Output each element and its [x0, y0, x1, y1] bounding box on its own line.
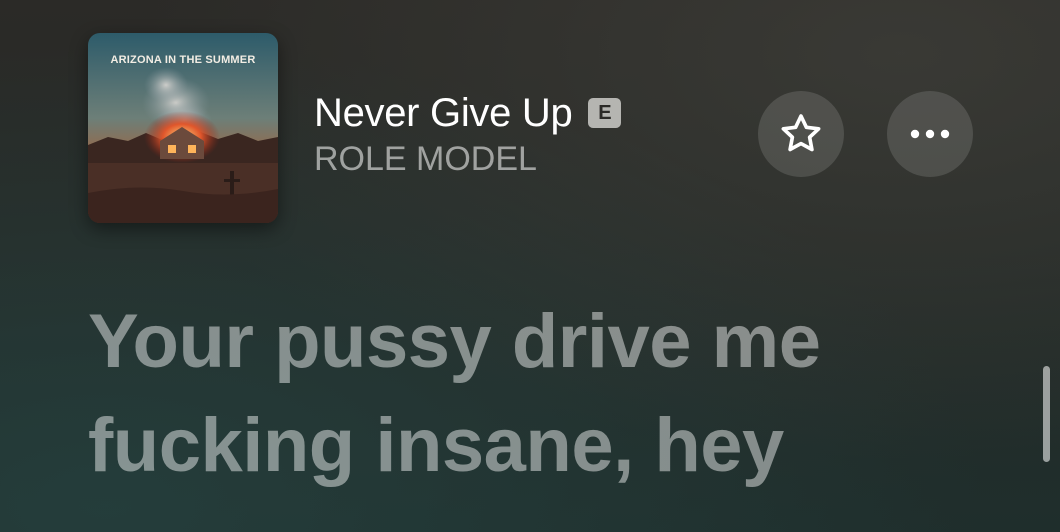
- title-row: Never Give Up E: [314, 90, 622, 136]
- lyric-line[interactable]: fucking insane, hey: [88, 394, 1018, 498]
- lyrics-panel[interactable]: Your pussy drive me fucking insane, hey: [88, 290, 1018, 498]
- explicit-badge: E: [588, 98, 622, 128]
- ellipsis-icon: [910, 129, 950, 139]
- lyric-line[interactable]: Your pussy drive me: [88, 290, 1018, 394]
- lyrics-scrollbar[interactable]: [1043, 366, 1050, 462]
- track-info: Never Give Up E ROLE MODEL: [314, 90, 622, 179]
- album-cover-text: ARIZONA IN THE SUMMER: [110, 54, 256, 66]
- track-title[interactable]: Never Give Up: [314, 91, 573, 136]
- more-options-button[interactable]: [887, 91, 973, 177]
- star-outline-icon: [781, 114, 821, 152]
- album-artwork[interactable]: ARIZONA IN THE SUMMER: [88, 33, 278, 223]
- artist-name[interactable]: ROLE MODEL: [314, 140, 621, 179]
- favorite-button[interactable]: [758, 91, 844, 177]
